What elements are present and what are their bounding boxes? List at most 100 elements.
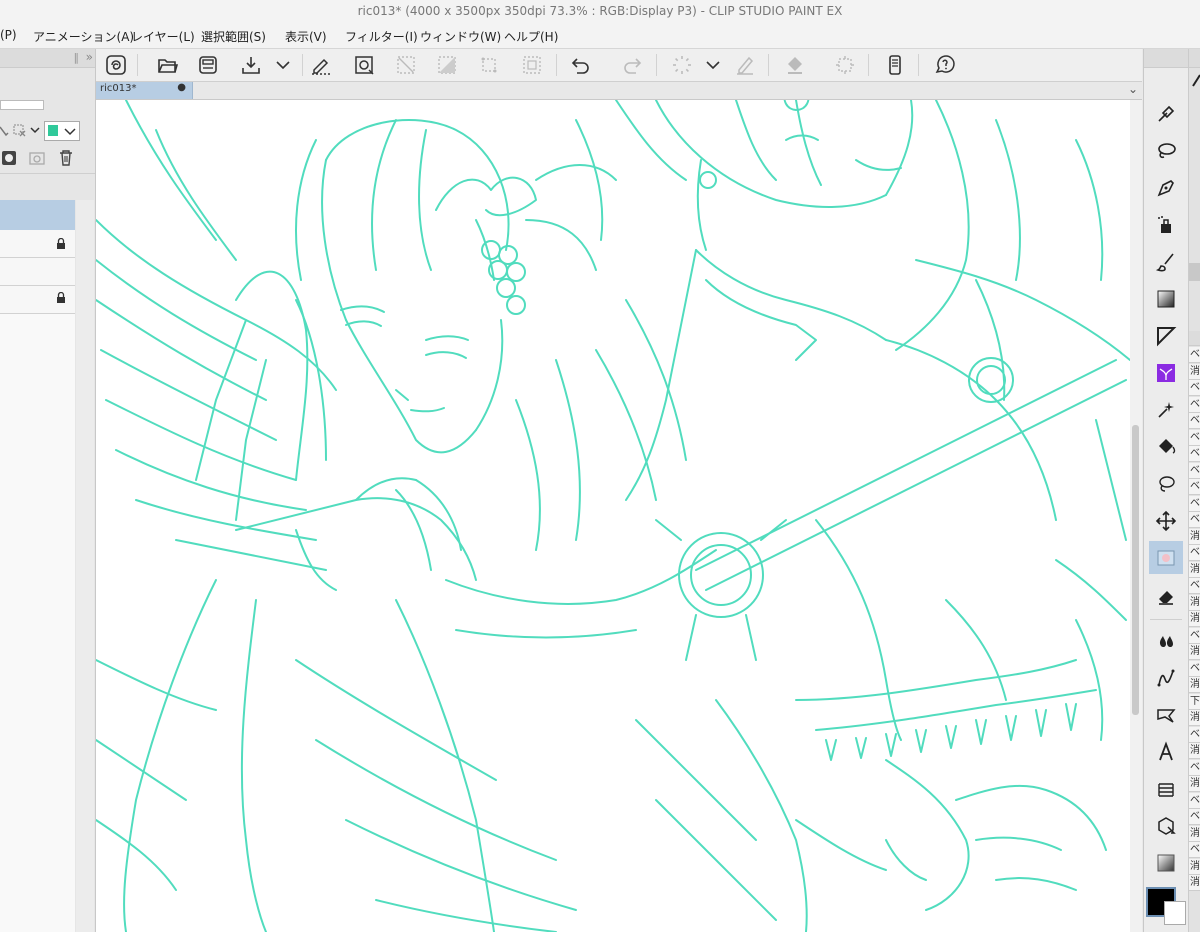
layer-row[interactable] [0,258,75,286]
lock-icon[interactable] [56,238,66,249]
lasso-select-icon[interactable] [1149,467,1183,500]
scroll-thumb[interactable] [1132,425,1139,715]
blend-icon[interactable] [1149,541,1183,574]
layer-list-item[interactable]: 消 [1189,644,1200,660]
text-icon[interactable] [1149,735,1183,768]
collapse-arrows-icon[interactable]: » [86,50,93,64]
selection-border-icon[interactable] [519,52,545,78]
brush-icon[interactable] [1149,245,1183,278]
menu-item-filter[interactable]: フィルター(I) [345,28,418,45]
gradient-icon[interactable] [1149,282,1183,315]
balloon-icon[interactable] [1149,698,1183,731]
clear-layer-icon[interactable] [732,52,758,78]
object-icon[interactable] [1149,809,1183,842]
move-icon[interactable] [1149,504,1183,537]
layer-list-item[interactable]: 消 [1189,858,1200,875]
layer-list-item[interactable]: ベ [1189,512,1200,528]
loading-icon[interactable] [669,52,695,78]
decoration-icon[interactable] [1149,356,1183,389]
trash-icon[interactable] [57,149,75,167]
help-icon[interactable] [932,52,958,78]
layer-list-item[interactable]: 消 [1189,875,1200,891]
layer-row-selected[interactable] [0,200,75,230]
open-folder-icon[interactable] [154,52,180,78]
layer-row[interactable] [0,230,75,258]
lock-icon[interactable] [56,292,66,303]
save-icon[interactable] [195,52,221,78]
layer-list-item[interactable]: ベ [1189,479,1200,495]
chevron-down-icon[interactable] [270,52,296,78]
figure-ruler-icon[interactable] [1149,319,1183,352]
clip-studio-icon[interactable] [103,52,129,78]
airbrush-icon[interactable] [1149,208,1183,241]
vector-icon[interactable] [1149,661,1183,694]
layer-list-item[interactable]: 消 [1189,677,1200,693]
menu-item-view[interactable]: 表示(V) [285,28,327,45]
menu-item-help[interactable]: ヘルプ(H) [504,28,558,45]
layer-list-item[interactable]: ベ [1189,413,1200,429]
layer-list-item[interactable]: 消 [1189,776,1200,792]
gradient-square-icon[interactable] [1149,846,1183,879]
layer-list-item[interactable]: ベ [1189,347,1200,363]
sub-color-swatch[interactable] [1164,901,1186,925]
expression-color-icon[interactable] [12,121,40,139]
opacity-slider[interactable] [0,100,44,110]
drawing-canvas[interactable] [96,100,1130,932]
tab-menu-chevron-icon[interactable]: ⌄ [1128,82,1138,96]
layer-list-item[interactable]: ベ [1189,660,1200,677]
layer-list-item[interactable]: ベ [1189,545,1200,561]
lasso-icon[interactable] [1149,134,1183,167]
layer-list-item[interactable]: 消 [1189,561,1200,578]
layer-list-item[interactable]: 消 [1189,594,1200,611]
layer-list-item[interactable]: 消 [1189,710,1200,726]
layer-list-item[interactable]: 消 [1189,611,1200,627]
layer-list-scrollbar[interactable] [76,200,94,932]
panel-scrollbar[interactable] [1189,263,1200,281]
pen-select-icon[interactable] [308,52,334,78]
menu-item-animation[interactable]: アニメーション(A) [33,28,134,45]
layer-list-item[interactable]: ベ [1189,396,1200,413]
layer-color-dropdown[interactable] [44,121,80,141]
panel-grip[interactable] [1189,331,1200,346]
sparkle-icon[interactable] [1149,393,1183,426]
menu-item-layer[interactable]: レイヤー(L) [131,28,195,45]
frame-icon[interactable] [1149,772,1183,805]
layer-list-item[interactable]: 消 [1189,825,1200,842]
layer-list-item[interactable]: 消 [1189,528,1200,545]
blend-mode-icon[interactable] [0,121,12,139]
eraser-icon[interactable] [1149,579,1183,612]
close-tab-button[interactable]: ● [177,82,186,93]
redo-icon[interactable] [619,52,645,78]
layer-list-item[interactable]: ベ [1189,495,1200,512]
menu-item-selection[interactable]: 選択範囲(S) [201,28,266,45]
layer-list-item[interactable]: ベ [1189,578,1200,594]
copy-layer-icon[interactable] [28,149,48,167]
fill-icon[interactable] [782,52,808,78]
undo-icon[interactable] [568,52,594,78]
invert-selection-icon[interactable] [434,52,460,78]
chevron-down-icon[interactable] [700,52,726,78]
layer-list-item[interactable]: ベ [1189,380,1200,396]
export-icon[interactable] [238,52,264,78]
layer-list-item[interactable]: ベ [1189,429,1200,446]
pen-icon[interactable] [1192,73,1200,87]
mask-icon[interactable] [0,149,18,167]
layer-list-item[interactable]: 消 [1189,363,1200,380]
smartphone-icon[interactable] [882,52,908,78]
pen-nib-icon[interactable] [1149,171,1183,204]
layer-list-item[interactable]: ベ [1189,627,1200,644]
eyedropper-icon[interactable] [1149,97,1183,130]
layer-list-item[interactable]: ベ [1189,809,1200,825]
layer-list-item[interactable]: ベ [1189,842,1200,858]
layer-list-item[interactable]: ベ [1189,446,1200,462]
fill-bucket-icon[interactable] [1149,430,1183,463]
layer-list-item[interactable]: ベ [1189,462,1200,479]
blur-icon[interactable] [1149,624,1183,657]
menu-item-page[interactable]: (P) [0,28,17,42]
layer-list-item[interactable]: 下 [1189,693,1200,710]
expand-selection-icon[interactable] [476,52,502,78]
menu-item-window[interactable]: ウィンドウ(W) [420,28,501,45]
layer-list-item[interactable]: ベ [1189,792,1200,809]
layer-list-item[interactable]: ベ [1189,759,1200,776]
layer-row[interactable] [0,286,75,314]
